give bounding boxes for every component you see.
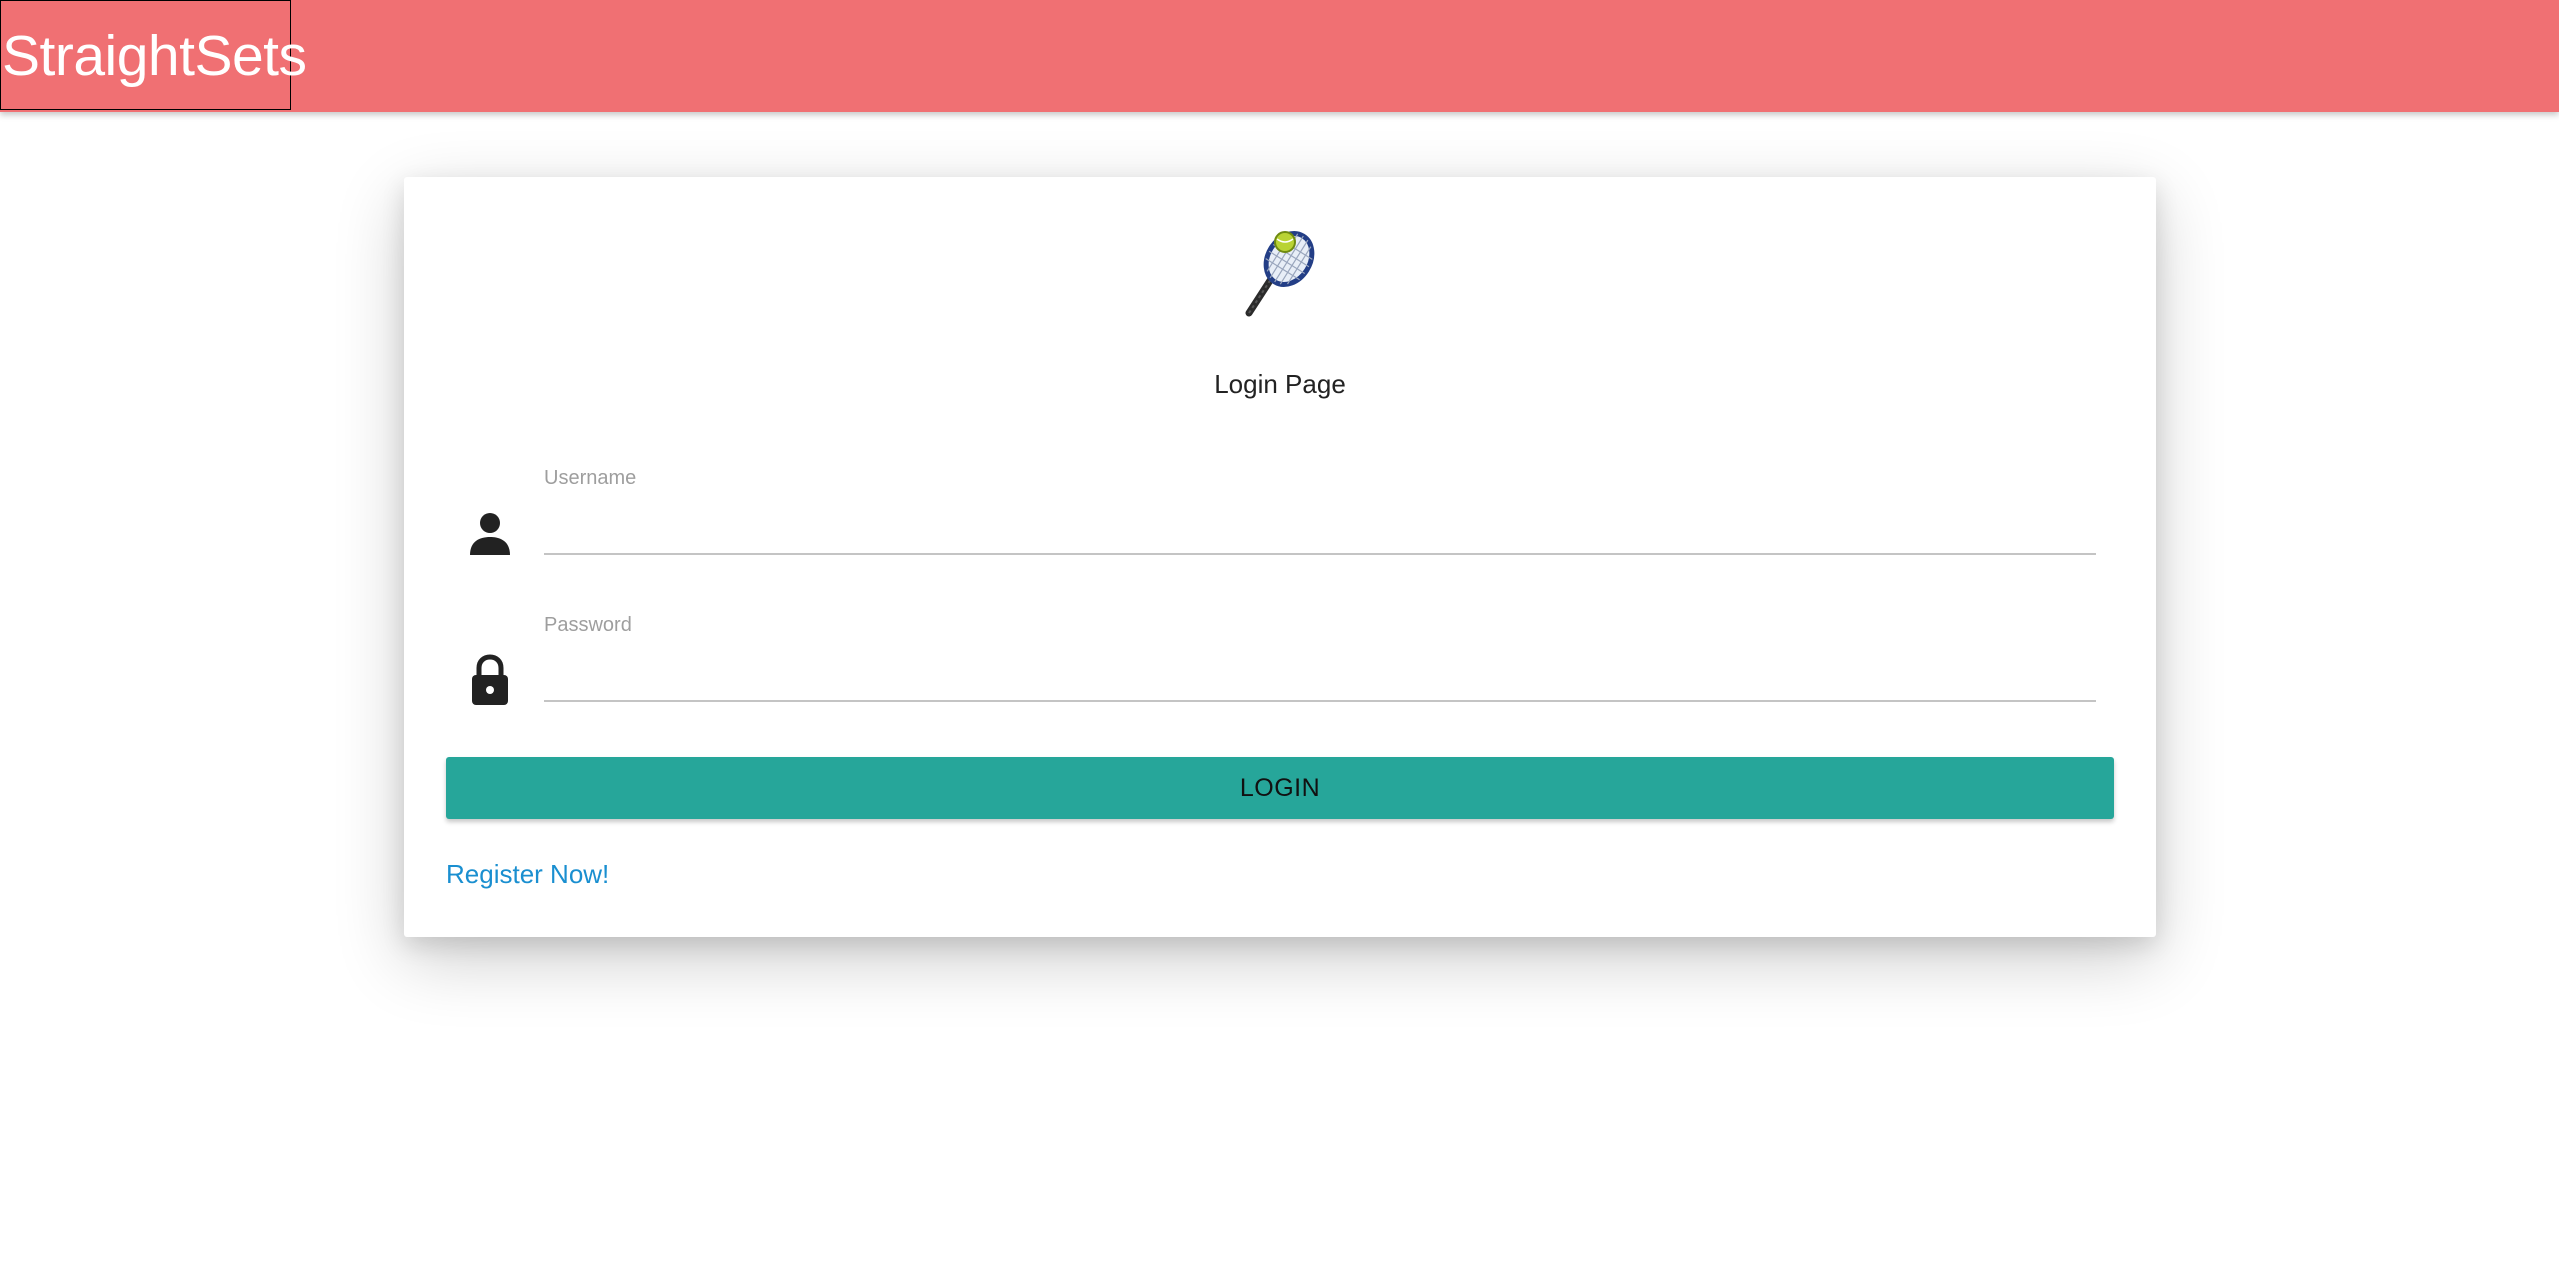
- page-title: Login Page: [1214, 369, 1346, 399]
- tennis-racket-icon: [1245, 231, 1315, 317]
- username-row: Username: [404, 467, 2156, 577]
- username-input[interactable]: [544, 505, 2096, 555]
- brand-logo[interactable]: StraightSets: [0, 0, 307, 110]
- password-input[interactable]: [544, 652, 2096, 702]
- password-label: Password: [544, 614, 632, 636]
- register-link[interactable]: Register Now!: [446, 859, 609, 890]
- login-button[interactable]: LOGIN: [446, 757, 2114, 819]
- lock-icon: [472, 654, 508, 705]
- login-card: Login Page Username Password LOGIN Regis…: [404, 177, 2156, 937]
- navbar: StraightSets: [0, 0, 2559, 112]
- username-label: Username: [544, 467, 637, 489]
- password-row: Password: [404, 614, 2156, 724]
- person-icon: [470, 513, 510, 555]
